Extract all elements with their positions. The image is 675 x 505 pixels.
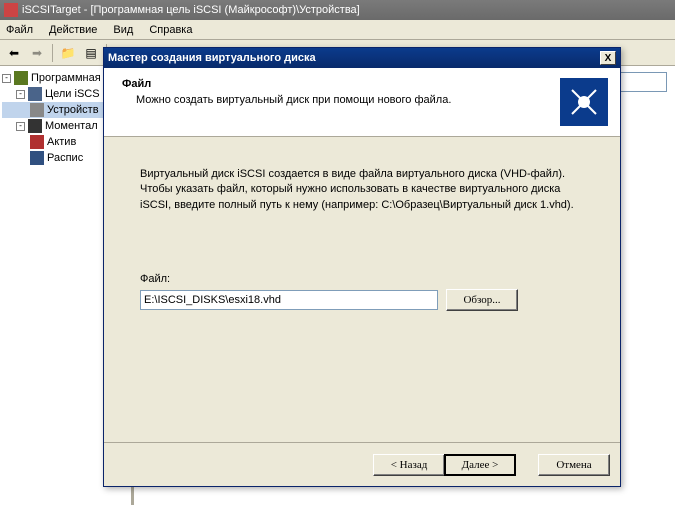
- file-path-input[interactable]: [140, 290, 438, 310]
- tree-collapse-icon[interactable]: -: [2, 74, 11, 83]
- app-icon: [4, 3, 18, 17]
- cancel-button[interactable]: Отмена: [538, 454, 610, 476]
- menu-view[interactable]: Вид: [113, 24, 133, 36]
- tree-collapse-icon[interactable]: -: [16, 90, 25, 99]
- wizard-titlebar[interactable]: Мастер создания виртуального диска X: [104, 48, 620, 68]
- next-button[interactable]: Далее >: [444, 454, 516, 476]
- wizard-header-subtitle: Можно создать виртуальный диск при помощ…: [116, 94, 560, 106]
- wizard-footer: < Назад Далее > Отмена: [104, 442, 620, 486]
- targets-icon: [28, 87, 42, 101]
- tree-root-label: Программная: [31, 72, 101, 84]
- toolbar-separator: [52, 44, 53, 62]
- wizard-header-title: Файл: [116, 78, 560, 90]
- tree-schedule-label: Распис: [47, 152, 83, 164]
- main-window-titlebar: iSCSITarget - [Программная цель iSCSI (М…: [0, 0, 675, 20]
- tree-devices-label: Устройств: [47, 104, 99, 116]
- wizard-title: Мастер создания виртуального диска: [108, 52, 600, 64]
- menu-file[interactable]: Файл: [6, 24, 33, 36]
- schedule-icon: [30, 151, 44, 165]
- iscsi-root-icon: [14, 71, 28, 85]
- wizard-description: Виртуальный диск iSCSI создается в виде …: [140, 167, 584, 213]
- close-button[interactable]: X: [600, 51, 616, 65]
- wizard-header-icon: [560, 78, 608, 126]
- menu-action[interactable]: Действие: [49, 24, 97, 36]
- toolbar-folder-icon[interactable]: 📁: [58, 43, 78, 63]
- active-icon: [30, 135, 44, 149]
- snapshots-icon: [28, 119, 42, 133]
- browse-button[interactable]: Обзор...: [446, 289, 518, 311]
- wizard-header: Файл Можно создать виртуальный диск при …: [104, 68, 620, 137]
- wizard-body: Виртуальный диск iSCSI создается в виде …: [104, 137, 620, 442]
- tree-targets-label: Цели iSCS: [45, 88, 100, 100]
- nav-button-group: < Назад Далее >: [373, 454, 516, 476]
- tree-snapshots-label: Моментал: [45, 120, 98, 132]
- main-window-title: iSCSITarget - [Программная цель iSCSI (М…: [22, 4, 360, 16]
- toolbar-list-icon[interactable]: ▤: [81, 43, 101, 63]
- toolbar-forward-icon: ➡: [27, 43, 47, 63]
- wizard-header-text: Файл Можно создать виртуальный диск при …: [116, 78, 560, 126]
- back-button[interactable]: < Назад: [373, 454, 445, 476]
- menu-help[interactable]: Справка: [149, 24, 192, 36]
- file-field-row: Обзор...: [140, 289, 584, 311]
- disk-satellite-icon: [566, 84, 602, 120]
- wizard-dialog: Мастер создания виртуального диска X Фай…: [103, 47, 621, 487]
- file-label: Файл:: [140, 273, 584, 285]
- menubar: Файл Действие Вид Справка: [0, 20, 675, 40]
- tree-active-label: Актив: [47, 136, 76, 148]
- tree-collapse-icon[interactable]: -: [16, 122, 25, 131]
- toolbar-back-icon[interactable]: ⬅: [4, 43, 24, 63]
- devices-icon: [30, 103, 44, 117]
